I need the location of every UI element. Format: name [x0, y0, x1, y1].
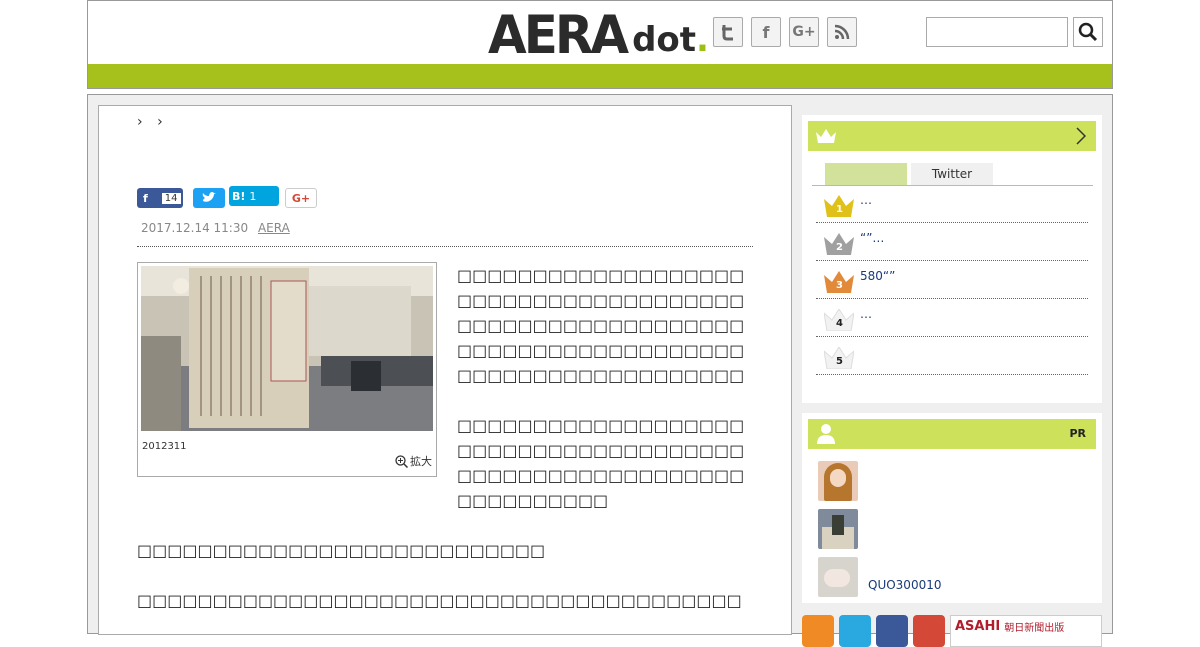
- asahi-publisher-banner[interactable]: ASAHI 朝日新聞出版: [950, 615, 1102, 647]
- tab-ranking-twitter[interactable]: Twitter: [911, 163, 993, 185]
- pr-thumbnail[interactable]: [818, 557, 858, 597]
- ranking-widget: Twitter 1 … 2 “”… 3 580“” 4 … 5: [802, 115, 1102, 403]
- search-input[interactable]: [926, 17, 1068, 47]
- crown-icon: [816, 129, 836, 143]
- breadcrumb: › ›: [137, 114, 163, 130]
- ranking-item[interactable]: 4 …: [816, 299, 1088, 337]
- facebook-icon[interactable]: f: [751, 17, 781, 47]
- publish-date: 2017.12.14 11:30: [141, 221, 249, 235]
- article-paragraph: □□□□□□□□□□□□□□□□□□□□□□□□□□□□□□□□□□□□□□□□…: [457, 266, 745, 385]
- google-plus-icon[interactable]: G+: [789, 17, 819, 47]
- ranking-item-title[interactable]: “”…: [860, 231, 884, 245]
- twitter-footer-icon[interactable]: [839, 615, 871, 647]
- rss-icon[interactable]: [827, 17, 857, 47]
- tweet-button[interactable]: [193, 188, 225, 208]
- article-photo-box[interactable]: 2012311 拡大: [137, 262, 437, 477]
- google-plus-share-button[interactable]: G+: [285, 188, 317, 208]
- pr-item[interactable]: QUO300010: [818, 557, 941, 597]
- chevron-right-icon: [1076, 127, 1086, 145]
- ranking-item-title[interactable]: 580“”: [860, 269, 895, 283]
- site-header: AERA dot. f G+: [87, 0, 1113, 64]
- chevron-right-icon[interactable]: ›: [157, 114, 163, 130]
- hatena-count: 1: [249, 189, 257, 203]
- facebook-share-button[interactable]: f 14: [137, 188, 183, 208]
- facebook-icon: f: [143, 191, 148, 205]
- facebook-share-count: 14: [161, 192, 181, 204]
- global-nav-bar: [87, 64, 1113, 89]
- pr-label: PR: [1069, 427, 1086, 440]
- ranking-item[interactable]: 1 …: [816, 185, 1088, 223]
- pr-thumbnail[interactable]: [818, 509, 858, 549]
- google-plus-footer-icon[interactable]: [913, 615, 945, 647]
- article-paragraph: □□□□□□□□□□□□□□□□□□□□□□□□□□□□□□□□□□□□□□□□…: [137, 591, 742, 610]
- hatena-bookmark-button[interactable]: B! 1: [229, 186, 279, 206]
- pr-item[interactable]: [818, 509, 858, 549]
- pr-item[interactable]: [818, 461, 858, 501]
- ranking-header[interactable]: [808, 121, 1096, 151]
- logo-aera: AERA: [488, 4, 629, 66]
- photo-caption: 2012311: [142, 441, 187, 452]
- ranking-item-title[interactable]: …: [860, 193, 872, 207]
- site-logo[interactable]: AERA dot.: [488, 4, 709, 66]
- ranking-item[interactable]: 5: [816, 337, 1088, 375]
- search-icon: [1078, 22, 1098, 42]
- ranking-item[interactable]: 3 580“”: [816, 261, 1088, 299]
- ranking-item[interactable]: 2 “”…: [816, 223, 1088, 261]
- rss-footer-icon[interactable]: [802, 615, 834, 647]
- chevron-right-icon[interactable]: ›: [137, 114, 143, 130]
- pr-header: PR: [808, 419, 1096, 449]
- user-icon: [817, 424, 835, 444]
- article-meta: 2017.12.14 11:30 AERA: [141, 221, 290, 235]
- search-button[interactable]: [1073, 17, 1103, 47]
- zoom-button[interactable]: 拡大: [395, 453, 432, 469]
- facebook-footer-icon[interactable]: [876, 615, 908, 647]
- twitter-icon: [202, 192, 216, 202]
- magnifier-plus-icon: [395, 454, 408, 468]
- divider: [137, 246, 753, 247]
- pr-thumbnail[interactable]: [818, 461, 858, 501]
- article-paragraph: □□□□□□□□□□□□□□□□□□□□□□□□□□□□□□□□□□□□□□□□…: [457, 416, 745, 510]
- twitter-icon[interactable]: [713, 17, 743, 47]
- article-photo[interactable]: [141, 266, 433, 431]
- article-paragraph: □□□□□□□□□□□□□□□□□□□□□□□□□□□: [137, 541, 546, 560]
- article-panel: › › f 14 B! 1 G+ 2017.12.14 11:30 AERA 2…: [98, 105, 792, 635]
- source-link[interactable]: AERA: [258, 221, 290, 235]
- ranking-item-title[interactable]: …: [860, 307, 872, 321]
- tab-ranking-overall[interactable]: [825, 163, 907, 185]
- pr-widget: PR QUO300010: [802, 413, 1102, 603]
- pr-item-title[interactable]: QUO300010: [868, 578, 941, 592]
- logo-dot: dot.: [632, 20, 709, 60]
